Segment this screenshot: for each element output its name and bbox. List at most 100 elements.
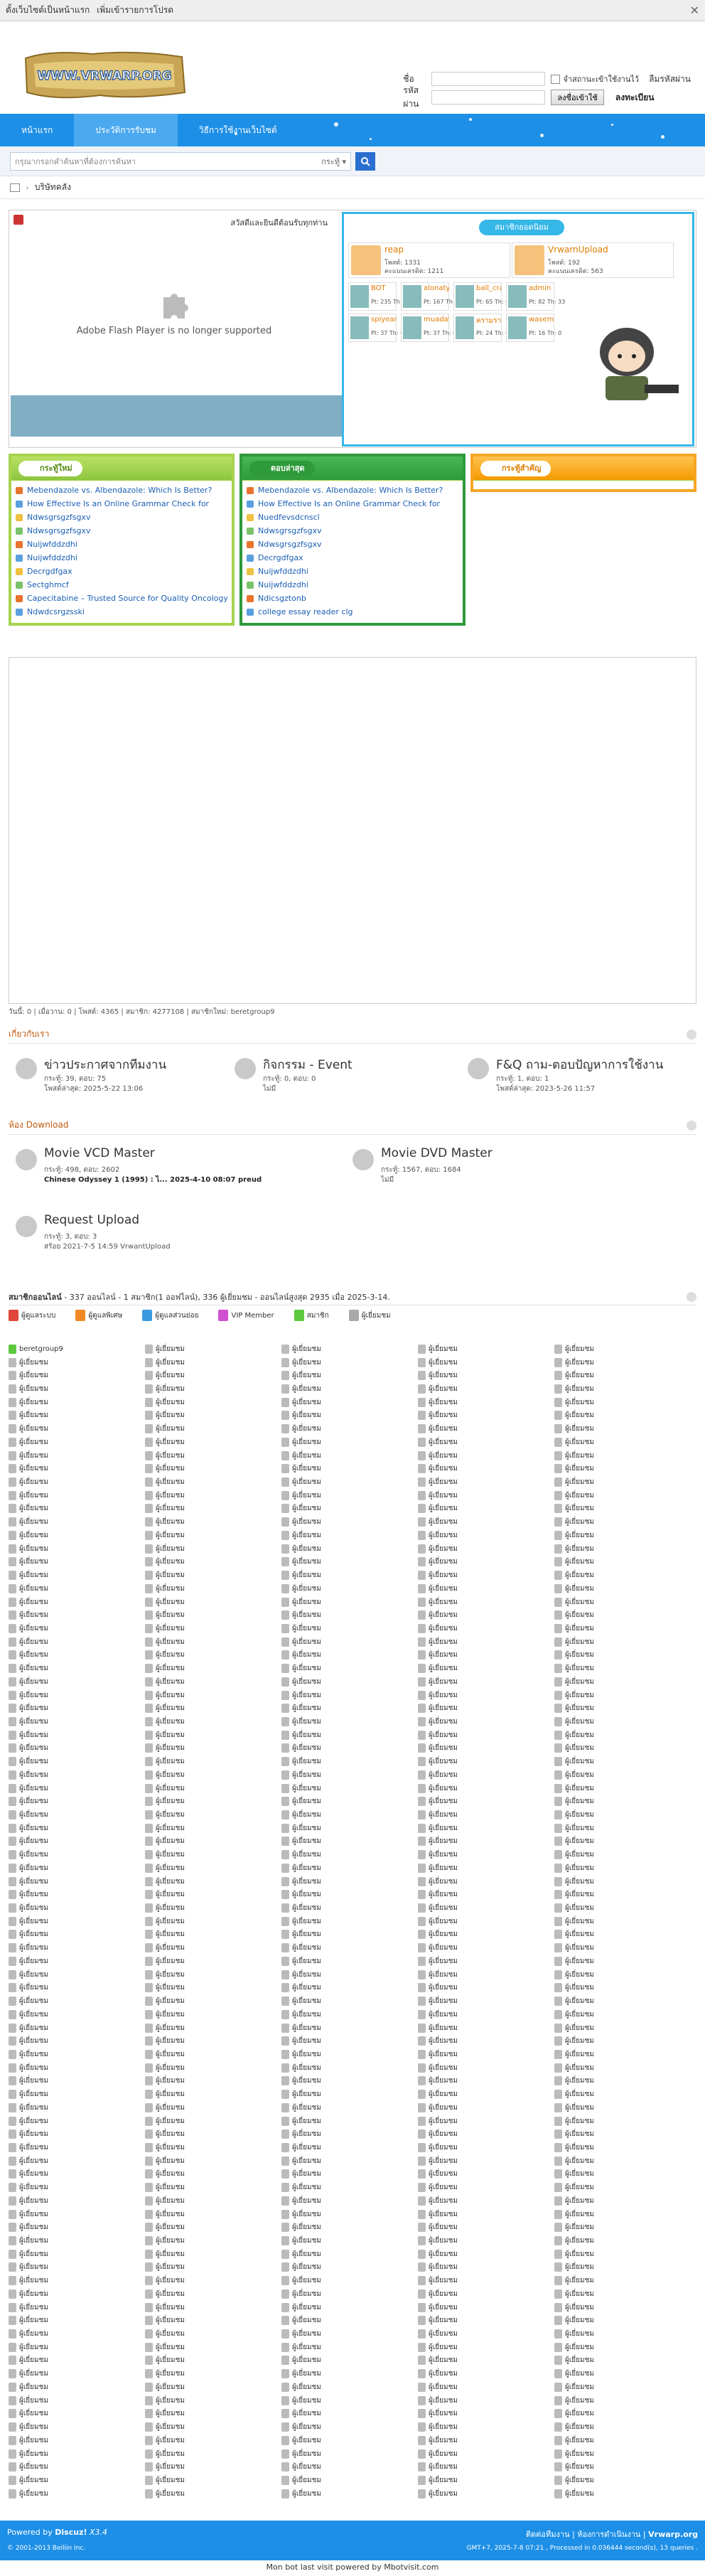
thread-link[interactable]: Ndwsgrsgzfsgxv xyxy=(27,513,91,522)
online-user[interactable]: ผู้เยี่ยมชม xyxy=(9,1742,145,1755)
online-user[interactable]: ผู้เยี่ยมชม xyxy=(554,2061,691,2075)
online-user[interactable]: ผู้เยี่ยมชม xyxy=(554,2394,691,2407)
online-user[interactable]: ผู้เยี่ยมชม xyxy=(145,1928,281,1942)
search-button[interactable] xyxy=(355,151,375,171)
online-user[interactable]: ผู้เยี่ยมชม xyxy=(554,1955,691,1968)
online-user[interactable]: ผู้เยี่ยมชม xyxy=(145,1635,281,1649)
online-user[interactable]: ผู้เยี่ยมชม xyxy=(554,2420,691,2434)
collapse-icon[interactable] xyxy=(687,1029,696,1040)
online-user[interactable]: ผู้เยี่ยมชม xyxy=(145,2008,281,2021)
online-user[interactable]: ผู้เยี่ยมชม xyxy=(9,2327,145,2341)
member-card[interactable]: alonaty Pt: 167 Th: 0 xyxy=(401,282,460,311)
online-user[interactable]: ผู้เยี่ยมชม xyxy=(145,1994,281,2008)
online-user[interactable]: ผู้เยี่ยมชม xyxy=(9,1915,145,1928)
online-user[interactable]: ผู้เยี่ยมชม xyxy=(9,1795,145,1808)
online-user[interactable]: ผู้เยี่ยมชม xyxy=(9,2034,145,2048)
online-user[interactable]: ผู้เยี่ยมชม xyxy=(145,1782,281,1795)
online-user[interactable]: ผู้เยี่ยมชม xyxy=(281,1795,418,1808)
online-user[interactable]: ผู้เยี่ยมชม xyxy=(418,1994,554,2008)
online-title[interactable]: สมาชิกออนไลน์ xyxy=(9,1293,62,1302)
online-user[interactable]: ผู้เยี่ยมชม xyxy=(9,1848,145,1861)
online-user[interactable]: ผู้เยี่ยมชม xyxy=(554,1808,691,1822)
online-user[interactable]: ผู้เยี่ยมชม xyxy=(145,1556,281,1569)
online-user[interactable]: ผู้เยี่ยมชม xyxy=(281,2327,418,2341)
online-user[interactable]: ผู้เยี่ยมชม xyxy=(554,1556,691,1569)
online-user[interactable]: ผู้เยี่ยมชม xyxy=(9,1701,145,1715)
online-user[interactable]: ผู้เยี่ยมชม xyxy=(9,1475,145,1489)
online-user[interactable]: ผู้เยี่ยมชม xyxy=(145,1742,281,1755)
online-user[interactable]: ผู้เยี่ยมชม xyxy=(281,2220,418,2234)
online-user[interactable]: ผู้เยี่ยมชม xyxy=(281,1848,418,1861)
online-user[interactable]: ผู้เยี่ยมชม xyxy=(554,1994,691,2008)
online-user[interactable]: ผู้เยี่ยมชม xyxy=(281,1542,418,1556)
online-user[interactable]: ผู้เยี่ยมชม xyxy=(554,2115,691,2128)
collapse-icon[interactable] xyxy=(687,1291,696,1302)
online-user[interactable]: ผู้เยี่ยมชม xyxy=(9,1901,145,1915)
online-user[interactable]: ผู้เยี่ยมชม xyxy=(9,2287,145,2301)
online-user[interactable]: ผู้เยี่ยมชม xyxy=(418,2034,554,2048)
online-user[interactable]: ผู้เยี่ยมชม xyxy=(554,1875,691,1888)
thread-item[interactable]: Nuijwfddzdhi xyxy=(247,578,458,592)
online-user[interactable]: ผู้เยี่ยมชม xyxy=(554,1888,691,1901)
online-user[interactable]: ผู้เยี่ยมชม xyxy=(9,1689,145,1702)
online-user[interactable]: ผู้เยี่ยมชม xyxy=(9,1888,145,1901)
online-user[interactable]: ผู้เยี่ยมชม xyxy=(418,1622,554,1635)
online-user[interactable]: ผู้เยี่ยมชม xyxy=(9,1502,145,1516)
online-user[interactable]: ผู้เยี่ยมชม xyxy=(145,1502,281,1516)
online-user[interactable]: ผู้เยี่ยมชม xyxy=(9,1382,145,1396)
online-user[interactable]: ผู้เยี่ยมชม xyxy=(281,2367,418,2380)
online-user[interactable]: ผู้เยี่ยมชม xyxy=(281,1449,418,1463)
online-user[interactable]: ผู้เยี่ยมชม xyxy=(9,2261,145,2275)
online-user[interactable]: ผู้เยี่ยมชม xyxy=(418,1608,554,1622)
thread-link[interactable]: Ndwsgrsgzfsgxv xyxy=(258,540,322,549)
online-user[interactable]: ผู้เยี่ยมชม xyxy=(418,1941,554,1955)
online-user[interactable]: ผู้เยี่ยมชม xyxy=(145,1675,281,1689)
online-user[interactable]: ผู้เยี่ยมชม xyxy=(418,1675,554,1689)
online-user[interactable]: ผู้เยี่ยมชม xyxy=(281,2141,418,2154)
online-user[interactable]: ผู้เยี่ยมชม xyxy=(418,2301,554,2314)
online-user[interactable]: ผู้เยี่ยมชม xyxy=(418,2434,554,2447)
online-user[interactable]: ผู้เยี่ยมชม xyxy=(145,1715,281,1728)
forum-item[interactable]: Request Upload กระทู้: 3, ตอบ: 3 สร้อย 202… xyxy=(16,1212,343,1264)
online-user[interactable]: ผู้เยี่ยมชม xyxy=(9,2220,145,2234)
online-user[interactable]: ผู้เยี่ยมชม xyxy=(554,1502,691,1516)
online-user[interactable]: ผู้เยี่ยมชม xyxy=(281,2101,418,2115)
online-user[interactable]: ผู้เยี่ยมชม xyxy=(418,1728,554,1742)
online-user[interactable]: ผู้เยี่ยมชม xyxy=(9,1662,145,1675)
online-user[interactable]: ผู้เยี่ยมชม xyxy=(554,2008,691,2021)
online-user[interactable]: ผู้เยี่ยมชม xyxy=(281,1928,418,1942)
online-user[interactable]: ผู้เยี่ยมชม xyxy=(554,1635,691,1649)
online-user[interactable]: ผู้เยี่ยมชม xyxy=(418,1635,554,1649)
online-user[interactable]: ผู้เยี่ยมชม xyxy=(281,1356,418,1369)
online-user[interactable]: ผู้เยี่ยมชม xyxy=(554,2367,691,2380)
online-user[interactable]: ผู้เยี่ยมชม xyxy=(145,1568,281,1582)
online-user[interactable]: ผู้เยี่ยมชม xyxy=(554,2407,691,2421)
thread-item[interactable]: Ndicsgztonb xyxy=(247,592,458,605)
online-user[interactable]: ผู้เยี่ยมชม xyxy=(554,2261,691,2275)
online-user[interactable]: ผู้เยี่ยมชม xyxy=(9,1409,145,1423)
online-user[interactable]: ผู้เยี่ยมชม xyxy=(9,2447,145,2461)
thread-item[interactable]: Mebendazole vs. Albendazole: Which Is Be… xyxy=(16,483,227,497)
online-user[interactable]: ผู้เยี่ยมชม xyxy=(418,1701,554,1715)
online-user[interactable]: ผู้เยี่ยมชม xyxy=(281,1515,418,1529)
online-user[interactable]: ผู้เยี่ยมชม xyxy=(554,1715,691,1728)
online-user[interactable]: ผู้เยี่ยมชม xyxy=(281,2487,418,2501)
online-user[interactable]: ผู้เยี่ยมชม xyxy=(554,1422,691,1436)
online-user[interactable]: ผู้เยี่ยมชม xyxy=(418,2181,554,2194)
online-user[interactable]: ผู้เยี่ยมชม xyxy=(145,2168,281,2181)
online-user[interactable]: ผู้เยี่ยมชม xyxy=(418,2234,554,2248)
online-user[interactable]: ผู้เยี่ยมชม xyxy=(281,1582,418,1596)
online-user[interactable]: ผู้เยี่ยมชม xyxy=(145,1795,281,1808)
online-user[interactable]: ผู้เยี่ยมชม xyxy=(145,2341,281,2354)
member-card[interactable]: ครามรายค์1Pt: 24 Th: 0 xyxy=(453,314,509,342)
online-user[interactable]: ผู้เยี่ยมชม xyxy=(554,2341,691,2354)
online-user[interactable]: ผู้เยี่ยมชม xyxy=(281,1568,418,1582)
featured-member[interactable]: VrwarnUpload โพสต์: 192 คะแนนเครดิต: 563 xyxy=(512,242,674,278)
password-input[interactable] xyxy=(431,90,546,105)
online-user[interactable]: ผู้เยี่ยมชม xyxy=(9,1835,145,1849)
online-user[interactable]: ผู้เยี่ยมชม xyxy=(281,1755,418,1768)
online-user[interactable]: ผู้เยี่ยมชม xyxy=(418,1342,554,1356)
online-user[interactable]: ผู้เยี่ยมชม xyxy=(554,1409,691,1423)
online-user[interactable]: ผู้เยี่ยมชม xyxy=(281,1861,418,1875)
nav-howto[interactable]: วิธีการใช้งานเว็บไซต์ xyxy=(178,114,298,146)
